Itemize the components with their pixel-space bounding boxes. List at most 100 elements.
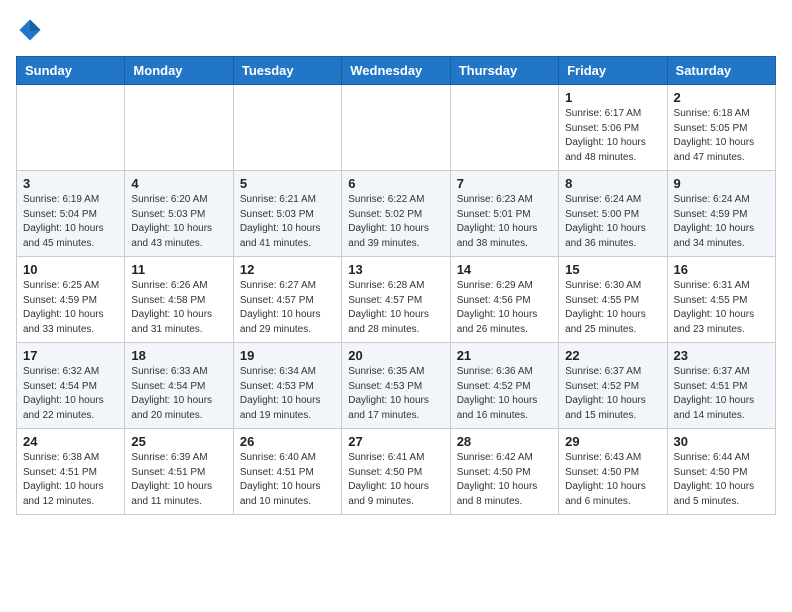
day-number: 17 xyxy=(23,348,118,363)
day-info: Sunrise: 6:20 AM Sunset: 5:03 PM Dayligh… xyxy=(131,193,226,251)
calendar-cell: 9 Sunrise: 6:24 AM Sunset: 4:59 PM Daylig… xyxy=(667,171,775,257)
calendar-cell xyxy=(125,85,233,171)
calendar-cell xyxy=(17,85,125,171)
calendar-cell: 12Sunrise: 6:27 AM Sunset: 4:57 PM Dayli… xyxy=(233,257,341,343)
day-info: Sunrise: 6:17 AM Sunset: 5:06 PM Dayligh… xyxy=(565,107,660,165)
day-number: 28 xyxy=(457,434,552,449)
page-header xyxy=(16,16,776,44)
calendar-cell: 1 Sunrise: 6:17 AM Sunset: 5:06 PM Daylig… xyxy=(559,85,667,171)
calendar-cell: 25 Sunrise: 6:39 AM Sunset: 4:51 PM Dayli… xyxy=(125,429,233,515)
calendar-cell: 18 Sunrise: 6:33 AM Sunset: 4:54 PM Dayli… xyxy=(125,343,233,429)
weekday-header: Thursday xyxy=(450,57,558,85)
day-number: 14 xyxy=(457,262,552,277)
day-info: Sunrise: 6:37 AM Sunset: 4:51 PM Dayligh… xyxy=(674,365,769,423)
day-info: Sunrise: 6:24 AM Sunset: 5:00 PM Dayligh… xyxy=(565,193,660,251)
day-info: Sunrise: 6:30 AM Sunset: 4:55 PM Dayligh… xyxy=(565,279,660,337)
day-info: Sunrise: 6:34 AM Sunset: 4:53 PM Dayligh… xyxy=(240,365,335,423)
day-info: Sunrise: 6:33 AM Sunset: 4:54 PM Dayligh… xyxy=(131,365,226,423)
day-info: Sunrise: 6:37 AM Sunset: 4:52 PM Dayligh… xyxy=(565,365,660,423)
logo xyxy=(16,16,48,44)
day-info: Sunrise: 6:24 AM Sunset: 4:59 PM Dayligh… xyxy=(674,193,769,251)
day-number: 20 xyxy=(348,348,443,363)
weekday-header: Saturday xyxy=(667,57,775,85)
day-info: Sunrise: 6:19 AM Sunset: 5:04 PM Dayligh… xyxy=(23,193,118,251)
weekday-header: Wednesday xyxy=(342,57,450,85)
day-number: 9 xyxy=(674,176,769,191)
day-info: Sunrise: 6:36 AM Sunset: 4:52 PM Dayligh… xyxy=(457,365,552,423)
day-number: 29 xyxy=(565,434,660,449)
calendar-cell xyxy=(233,85,341,171)
calendar-cell: 3 Sunrise: 6:19 AM Sunset: 5:04 PM Daylig… xyxy=(17,171,125,257)
day-info: Sunrise: 6:38 AM Sunset: 4:51 PM Dayligh… xyxy=(23,451,118,509)
day-number: 25 xyxy=(131,434,226,449)
day-number: 19 xyxy=(240,348,335,363)
calendar-cell: 20Sunrise: 6:35 AM Sunset: 4:53 PM Dayli… xyxy=(342,343,450,429)
day-number: 26 xyxy=(240,434,335,449)
day-info: Sunrise: 6:23 AM Sunset: 5:01 PM Dayligh… xyxy=(457,193,552,251)
calendar-week-row: 24 Sunrise: 6:38 AM Sunset: 4:51 PM Dayli… xyxy=(17,429,776,515)
calendar-header-row: SundayMondayTuesdayWednesdayThursdayFrid… xyxy=(17,57,776,85)
day-info: Sunrise: 6:39 AM Sunset: 4:51 PM Dayligh… xyxy=(131,451,226,509)
day-info: Sunrise: 6:28 AM Sunset: 4:57 PM Dayligh… xyxy=(348,279,443,337)
calendar-cell: 6Sunrise: 6:22 AM Sunset: 5:02 PM Daylig… xyxy=(342,171,450,257)
weekday-header: Monday xyxy=(125,57,233,85)
day-number: 22 xyxy=(565,348,660,363)
day-info: Sunrise: 6:40 AM Sunset: 4:51 PM Dayligh… xyxy=(240,451,335,509)
day-info: Sunrise: 6:27 AM Sunset: 4:57 PM Dayligh… xyxy=(240,279,335,337)
calendar-cell: 15Sunrise: 6:30 AM Sunset: 4:55 PM Dayli… xyxy=(559,257,667,343)
day-number: 7 xyxy=(457,176,552,191)
calendar-cell: 28 Sunrise: 6:42 AM Sunset: 4:50 PM Dayli… xyxy=(450,429,558,515)
calendar-week-row: 1 Sunrise: 6:17 AM Sunset: 5:06 PM Daylig… xyxy=(17,85,776,171)
calendar-cell: 21 Sunrise: 6:36 AM Sunset: 4:52 PM Dayli… xyxy=(450,343,558,429)
day-number: 4 xyxy=(131,176,226,191)
day-number: 5 xyxy=(240,176,335,191)
day-info: Sunrise: 6:31 AM Sunset: 4:55 PM Dayligh… xyxy=(674,279,769,337)
calendar-cell xyxy=(450,85,558,171)
calendar-cell: 13 Sunrise: 6:28 AM Sunset: 4:57 PM Dayli… xyxy=(342,257,450,343)
day-number: 3 xyxy=(23,176,118,191)
day-number: 23 xyxy=(674,348,769,363)
calendar-cell: 7 Sunrise: 6:23 AM Sunset: 5:01 PM Daylig… xyxy=(450,171,558,257)
day-number: 24 xyxy=(23,434,118,449)
calendar-cell xyxy=(342,85,450,171)
calendar-week-row: 17 Sunrise: 6:32 AM Sunset: 4:54 PM Dayli… xyxy=(17,343,776,429)
day-number: 10 xyxy=(23,262,118,277)
calendar-cell: 29 Sunrise: 6:43 AM Sunset: 4:50 PM Dayli… xyxy=(559,429,667,515)
calendar-cell: 17 Sunrise: 6:32 AM Sunset: 4:54 PM Dayli… xyxy=(17,343,125,429)
weekday-header: Friday xyxy=(559,57,667,85)
day-info: Sunrise: 6:26 AM Sunset: 4:58 PM Dayligh… xyxy=(131,279,226,337)
calendar-cell: 4 Sunrise: 6:20 AM Sunset: 5:03 PM Daylig… xyxy=(125,171,233,257)
calendar-cell: 2Sunrise: 6:18 AM Sunset: 5:05 PM Daylig… xyxy=(667,85,775,171)
calendar-cell: 16Sunrise: 6:31 AM Sunset: 4:55 PM Dayli… xyxy=(667,257,775,343)
day-number: 8 xyxy=(565,176,660,191)
calendar-cell: 11 Sunrise: 6:26 AM Sunset: 4:58 PM Dayli… xyxy=(125,257,233,343)
day-info: Sunrise: 6:25 AM Sunset: 4:59 PM Dayligh… xyxy=(23,279,118,337)
day-number: 1 xyxy=(565,90,660,105)
day-info: Sunrise: 6:29 AM Sunset: 4:56 PM Dayligh… xyxy=(457,279,552,337)
weekday-header: Tuesday xyxy=(233,57,341,85)
calendar-cell: 27Sunrise: 6:41 AM Sunset: 4:50 PM Dayli… xyxy=(342,429,450,515)
day-info: Sunrise: 6:18 AM Sunset: 5:05 PM Dayligh… xyxy=(674,107,769,165)
calendar: SundayMondayTuesdayWednesdayThursdayFrid… xyxy=(16,56,776,515)
day-number: 18 xyxy=(131,348,226,363)
calendar-cell: 8 Sunrise: 6:24 AM Sunset: 5:00 PM Daylig… xyxy=(559,171,667,257)
day-info: Sunrise: 6:32 AM Sunset: 4:54 PM Dayligh… xyxy=(23,365,118,423)
logo-icon xyxy=(16,16,44,44)
day-number: 13 xyxy=(348,262,443,277)
day-info: Sunrise: 6:43 AM Sunset: 4:50 PM Dayligh… xyxy=(565,451,660,509)
calendar-cell: 23 Sunrise: 6:37 AM Sunset: 4:51 PM Dayli… xyxy=(667,343,775,429)
day-number: 6 xyxy=(348,176,443,191)
calendar-week-row: 10 Sunrise: 6:25 AM Sunset: 4:59 PM Dayli… xyxy=(17,257,776,343)
day-number: 21 xyxy=(457,348,552,363)
calendar-cell: 10 Sunrise: 6:25 AM Sunset: 4:59 PM Dayli… xyxy=(17,257,125,343)
calendar-week-row: 3 Sunrise: 6:19 AM Sunset: 5:04 PM Daylig… xyxy=(17,171,776,257)
day-number: 27 xyxy=(348,434,443,449)
calendar-cell: 24 Sunrise: 6:38 AM Sunset: 4:51 PM Dayli… xyxy=(17,429,125,515)
day-info: Sunrise: 6:44 AM Sunset: 4:50 PM Dayligh… xyxy=(674,451,769,509)
day-number: 11 xyxy=(131,262,226,277)
calendar-cell: 26 Sunrise: 6:40 AM Sunset: 4:51 PM Dayli… xyxy=(233,429,341,515)
calendar-cell: 30Sunrise: 6:44 AM Sunset: 4:50 PM Dayli… xyxy=(667,429,775,515)
weekday-header: Sunday xyxy=(17,57,125,85)
day-info: Sunrise: 6:42 AM Sunset: 4:50 PM Dayligh… xyxy=(457,451,552,509)
calendar-cell: 22 Sunrise: 6:37 AM Sunset: 4:52 PM Dayli… xyxy=(559,343,667,429)
